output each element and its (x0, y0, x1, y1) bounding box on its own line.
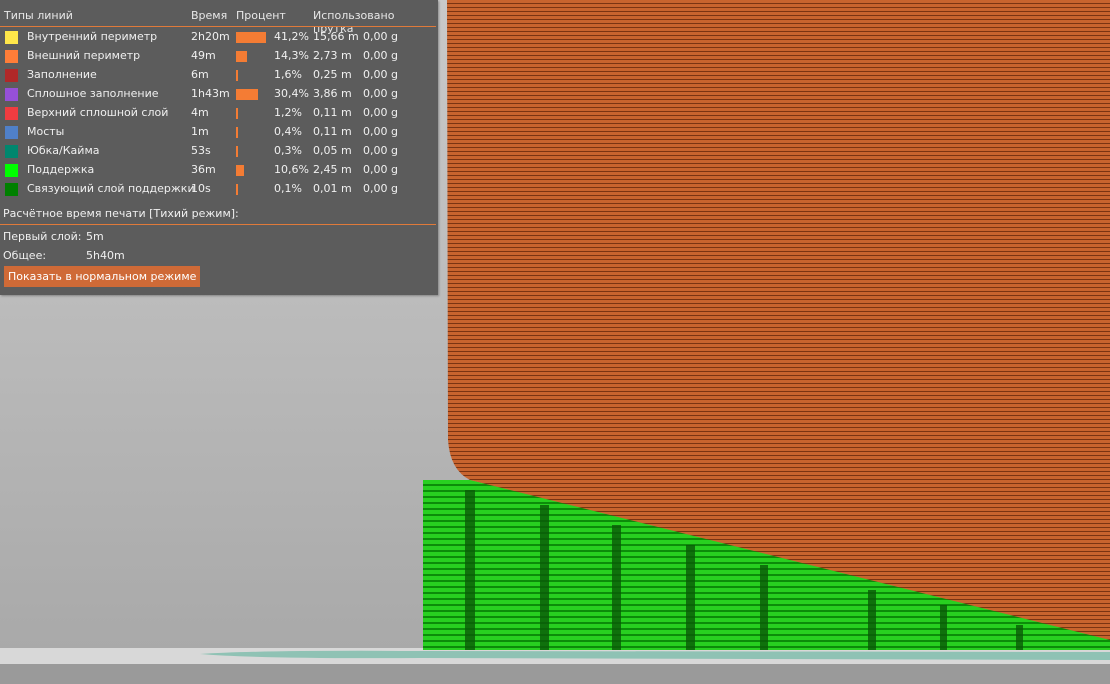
line-type-weight: 0,00 g (363, 125, 398, 138)
percent-bar (236, 127, 238, 138)
color-swatch (5, 50, 18, 63)
line-type-time: 2h20m (191, 30, 230, 43)
line-type-weight: 0,00 g (363, 163, 398, 176)
color-swatch (5, 164, 18, 177)
line-type-name: Внешний периметр (27, 49, 141, 62)
color-swatch (5, 107, 18, 120)
show-normal-mode-button[interactable]: Показать в нормальном режиме (4, 266, 201, 287)
line-type-weight: 0,00 g (363, 68, 398, 81)
percent-bar (236, 70, 238, 81)
legend-row[interactable]: Заполнение 6m 1,6% 0,25 m 0,00 g (0, 68, 438, 87)
legend-row[interactable]: Внешний периметр 49m 14,3% 2,73 m 0,00 g (0, 49, 438, 68)
percent-bar (236, 165, 244, 176)
line-type-length: 3,86 m (313, 87, 352, 100)
line-type-time: 36m (191, 163, 216, 176)
line-type-length: 2,73 m (313, 49, 352, 62)
line-type-time: 1h43m (191, 87, 230, 100)
legend-row[interactable]: Поддержка 36m 10,6% 2,45 m 0,00 g (0, 163, 438, 182)
estimate-title: Расчётное время печати [Тихий режим]: (3, 207, 239, 220)
line-type-time: 1m (191, 125, 209, 138)
line-type-name: Внутренний периметр (27, 30, 158, 43)
line-type-percent: 0,1% (274, 182, 302, 195)
legend-row[interactable]: Верхний сплошной слой 4m 1,2% 0,11 m 0,0… (0, 106, 438, 125)
line-type-length: 0,05 m (313, 144, 352, 157)
percent-bar (236, 32, 267, 43)
percent-bar (236, 51, 247, 62)
line-type-percent: 30,4% (274, 87, 309, 100)
bed-edge (0, 664, 1110, 684)
line-type-weight: 0,00 g (363, 30, 398, 43)
percent-bar (236, 108, 238, 119)
line-type-percent: 0,3% (274, 144, 302, 157)
legend-row[interactable]: Юбка/Кайма 53s 0,3% 0,05 m 0,00 g (0, 144, 438, 163)
first-layer-value: 5m (86, 230, 104, 243)
legend-row[interactable]: Связующий слой поддержки 10s 0,1% 0,01 m… (0, 182, 438, 201)
color-swatch (5, 126, 18, 139)
header-line-types: Типы линий (4, 9, 73, 22)
line-type-time: 4m (191, 106, 209, 119)
color-swatch (5, 145, 18, 158)
line-type-name: Сплошное заполнение (27, 87, 159, 100)
estimate-separator (0, 224, 436, 225)
line-type-name: Юбка/Кайма (27, 144, 100, 157)
line-type-weight: 0,00 g (363, 182, 398, 195)
line-type-time: 10s (191, 182, 211, 195)
line-type-time: 49m (191, 49, 216, 62)
legend-row[interactable]: Внутренний периметр 2h20m 41,2% 15,66 m … (0, 30, 438, 49)
line-type-length: 2,45 m (313, 163, 352, 176)
header-filament-used: Использовано прутка (313, 9, 395, 35)
first-layer-label: Первый слой: (3, 230, 82, 243)
line-type-percent: 14,3% (274, 49, 309, 62)
line-type-name: Поддержка (27, 163, 95, 176)
color-swatch (5, 31, 18, 44)
total-value: 5h40m (86, 249, 125, 262)
color-swatch (5, 69, 18, 82)
header-time: Время (191, 9, 228, 22)
percent-bar (236, 89, 259, 100)
percent-bar (236, 184, 238, 195)
line-type-weight: 0,00 g (363, 49, 398, 62)
line-type-percent: 10,6% (274, 163, 309, 176)
line-type-time: 53s (191, 144, 211, 157)
line-type-weight: 0,00 g (363, 87, 398, 100)
line-type-percent: 41,2% (274, 30, 309, 43)
header-separator (0, 26, 436, 27)
line-type-time: 6m (191, 68, 209, 81)
line-type-length: 0,25 m (313, 68, 352, 81)
line-type-name: Заполнение (27, 68, 97, 81)
line-type-name: Связующий слой поддержки (27, 182, 195, 195)
header-percent: Процент (236, 9, 286, 22)
line-type-percent: 1,2% (274, 106, 302, 119)
color-swatch (5, 88, 18, 101)
line-type-percent: 0,4% (274, 125, 302, 138)
legend-panel: Типы линий Время Процент Использовано пр… (0, 0, 438, 295)
line-type-length: 0,11 m (313, 106, 352, 119)
line-type-name: Верхний сплошной слой (27, 106, 169, 119)
percent-bar (236, 146, 238, 157)
line-type-length: 0,01 m (313, 182, 352, 195)
legend-row[interactable]: Сплошное заполнение 1h43m 30,4% 3,86 m 0… (0, 87, 438, 106)
line-type-length: 0,11 m (313, 125, 352, 138)
line-type-percent: 1,6% (274, 68, 302, 81)
line-type-weight: 0,00 g (363, 106, 398, 119)
color-swatch (5, 183, 18, 196)
legend-row[interactable]: Мосты 1m 0,4% 0,11 m 0,00 g (0, 125, 438, 144)
total-label: Общее: (3, 249, 47, 262)
line-type-name: Мосты (27, 125, 65, 138)
line-type-weight: 0,00 g (363, 144, 398, 157)
line-type-length: 15,66 m (313, 30, 359, 43)
